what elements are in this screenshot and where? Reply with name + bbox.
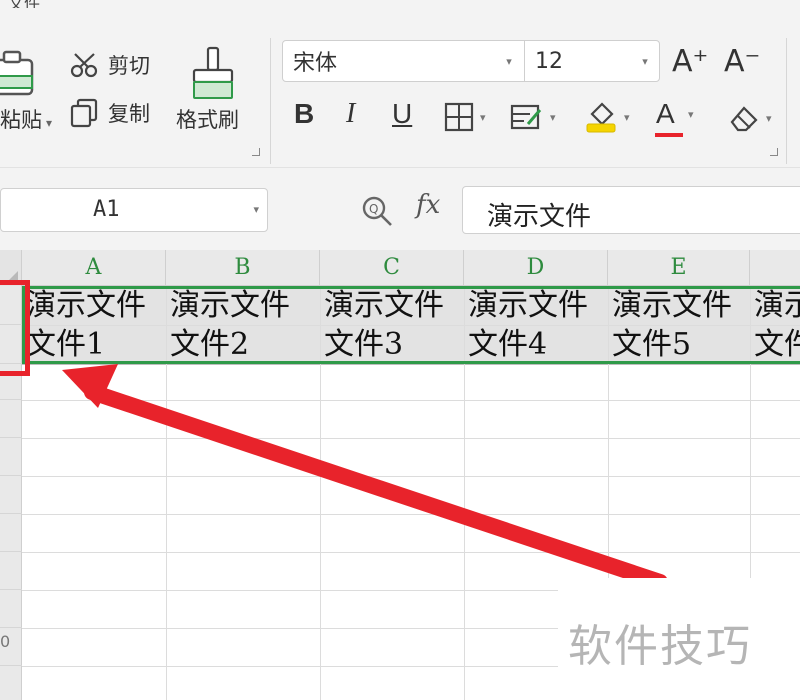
underline-button[interactable]: U — [392, 98, 412, 130]
divider — [270, 38, 271, 164]
bold-button[interactable]: B — [294, 98, 314, 130]
border-button[interactable]: ▾ — [444, 102, 486, 132]
row-header-7[interactable] — [0, 514, 22, 552]
chevron-down-icon: ▾ — [253, 203, 259, 216]
row-header-4[interactable] — [0, 400, 22, 438]
font-color-letter: A — [656, 98, 675, 129]
name-box-value: A1 — [93, 197, 120, 222]
formula-value: 演示文件 — [487, 202, 592, 232]
svg-text:Q: Q — [369, 202, 378, 216]
gridline — [22, 476, 800, 477]
font-increase-icon: A⁺ — [672, 44, 709, 79]
chevron-down-icon: ▾ — [46, 116, 53, 130]
paste-icon[interactable] — [0, 50, 38, 98]
cut-label: 剪切 — [108, 54, 150, 78]
formula-bar: A1 ▾ Q fx 演示文件 — [0, 168, 800, 250]
font-color-button[interactable]: A ▾ — [655, 98, 694, 137]
chevron-down-icon: ▾ — [642, 54, 648, 68]
chevron-down-icon: ▾ — [550, 110, 556, 124]
cell-style-button[interactable]: ▾ — [510, 102, 556, 132]
divider — [786, 38, 787, 164]
watermark: 软件技巧 — [558, 578, 800, 700]
font-size-select[interactable]: 12 ▾ — [525, 41, 659, 81]
font-combo: 宋体 ▾ 12 ▾ — [282, 40, 660, 82]
title-strip: 文件 — [0, 0, 800, 8]
column-header-bar: A B C D E — [0, 250, 800, 286]
paste-label: 粘贴 — [0, 108, 42, 132]
chevron-down-icon: ▾ — [766, 111, 772, 125]
chevron-down-icon: ▾ — [688, 107, 694, 121]
font-size-value: 12 — [535, 48, 563, 74]
format-painter-icon[interactable] — [190, 46, 236, 100]
column-header-e[interactable]: E — [608, 250, 750, 286]
chevron-down-icon: ▾ — [624, 110, 630, 124]
selection-border — [22, 286, 800, 364]
watermark-text: 软件技巧 — [568, 621, 752, 672]
underline-icon: U — [392, 98, 413, 129]
row-header-8[interactable] — [0, 552, 22, 590]
formula-input[interactable]: 演示文件 — [462, 186, 800, 234]
paste-button[interactable]: 粘贴 ▾ — [0, 104, 52, 134]
clear-format-button[interactable]: ▾ — [728, 104, 772, 132]
border-grid-icon — [444, 102, 474, 132]
font-color-swatch — [655, 133, 683, 137]
italic-button[interactable]: I — [346, 98, 355, 130]
gridline — [22, 364, 800, 365]
cut-button[interactable]: 剪切 — [70, 50, 150, 80]
gridline — [22, 514, 800, 515]
chevron-down-icon: ▾ — [506, 54, 512, 68]
row-header-5[interactable] — [0, 438, 22, 476]
font-decrease-icon: A⁻ — [724, 44, 761, 79]
increase-font-size-button[interactable]: A⁺ — [672, 44, 708, 79]
gridline — [22, 552, 800, 553]
fx-button[interactable]: fx — [416, 190, 440, 220]
font-family-select[interactable]: 宋体 ▾ — [283, 41, 523, 81]
gridline — [22, 400, 800, 401]
chevron-down-icon: ▾ — [480, 110, 486, 124]
font-launcher-icon[interactable] — [770, 148, 778, 156]
row-header-9[interactable] — [0, 590, 22, 628]
ribbon-toolbar: 粘贴 ▾ 剪切 复制 格式刷 宋体 ▾ 12 ▾ A⁺ A⁻ B I U ▾ ▾… — [0, 8, 800, 168]
row-header-6[interactable] — [0, 476, 22, 514]
font-family-value: 宋体 — [293, 51, 338, 76]
column-header-b[interactable]: B — [166, 250, 320, 286]
highlight-box — [0, 280, 30, 376]
column-header-c[interactable]: C — [320, 250, 464, 286]
gridline — [22, 438, 800, 439]
italic-icon: I — [346, 98, 356, 129]
copy-button[interactable]: 复制 — [70, 98, 150, 128]
row-number-fragment: 0 — [0, 632, 11, 651]
bold-icon: B — [294, 98, 315, 129]
copy-icon — [70, 98, 98, 128]
clipboard-launcher-icon[interactable] — [252, 148, 260, 156]
scissors-icon — [70, 53, 98, 78]
fill-bucket-icon — [586, 102, 616, 133]
cell-style-icon — [510, 104, 542, 130]
zoom-function-icon[interactable]: Q — [360, 194, 394, 228]
column-header-a[interactable]: A — [22, 250, 166, 286]
font-color-icon: A — [655, 98, 683, 137]
name-box[interactable]: A1 ▾ — [0, 188, 268, 232]
title-fragment: 文件 — [8, 0, 40, 8]
eraser-icon — [730, 106, 758, 132]
decrease-font-size-button[interactable]: A⁻ — [724, 44, 760, 79]
format-painter-button[interactable]: 格式刷 — [176, 104, 239, 134]
column-header-d[interactable]: D — [464, 250, 608, 286]
copy-label: 复制 — [108, 102, 150, 126]
column-header-f[interactable] — [750, 250, 800, 286]
fill-color-button[interactable]: ▾ — [584, 100, 630, 134]
